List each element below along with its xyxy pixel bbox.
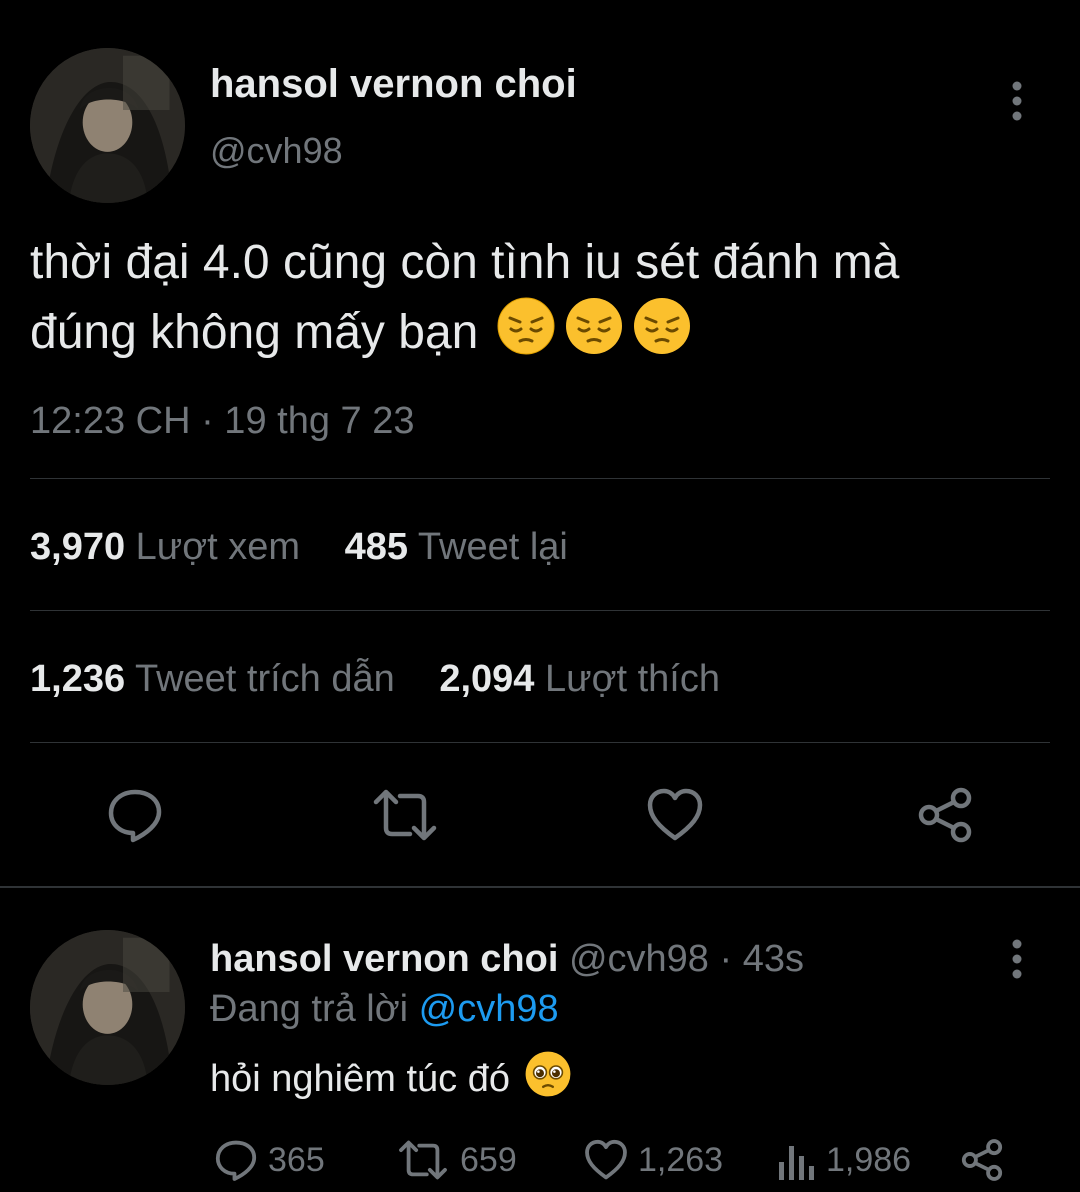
author-avatar[interactable] [30, 48, 185, 203]
like-button[interactable] [646, 788, 704, 842]
stats-row-2: 1,236 Tweet trích dẫn 2,094 Lượt thích [30, 658, 720, 701]
likes-count: 2,094 [439, 658, 535, 700]
tweet-text-line-1: thời đại 4.0 cũng còn tình iu sét đánh m… [30, 236, 900, 289]
replying-to-prefix: Đang trả lời [210, 988, 409, 1030]
reply-count: 365 [268, 1140, 325, 1179]
views-count: 1,986 [826, 1140, 912, 1179]
reply-retweet-button[interactable]: 659 [396, 1138, 517, 1182]
replying-to: Đang trả lời @cvh98 [210, 988, 559, 1031]
tweet-timestamp[interactable]: 12:23 CH · 19 thg 7 23 [30, 400, 414, 443]
author-handle[interactable]: @cvh98 [210, 130, 343, 172]
likes-stat[interactable]: 2,094 Lượt thích [439, 658, 720, 700]
share-icon [918, 787, 972, 843]
retweets-stat[interactable]: 485 Tweet lại [345, 526, 568, 568]
tweet-text-line-2: đúng không mấy bạn [30, 296, 692, 368]
retweet-button[interactable] [370, 786, 440, 844]
avatar-photo [30, 930, 185, 1085]
like-count: 1,263 [638, 1140, 724, 1179]
reply-text: hỏi nghiêm túc đó [210, 1050, 572, 1108]
likes-label: Lượt thích [545, 658, 720, 700]
retweets-count: 485 [344, 526, 409, 568]
stats-row-1: 3,970 Lượt xem 485 Tweet lại [30, 526, 568, 569]
reply-author-name[interactable]: hansol vernon choi [210, 938, 558, 980]
retweet-icon [373, 789, 437, 841]
like-icon [647, 788, 703, 841]
reply-button[interactable] [106, 786, 164, 844]
divider [30, 478, 1050, 479]
reply-icon [108, 789, 162, 843]
reply-handle-time[interactable]: @cvh98 · 43s [569, 938, 804, 980]
divider [30, 610, 1050, 611]
share-icon [961, 1139, 1003, 1181]
views-label: Lượt xem [135, 526, 301, 568]
reply-more-options-icon[interactable] [1006, 938, 1028, 980]
pleading-face-icon [524, 1050, 572, 1108]
replying-to-handle[interactable]: @cvh98 [419, 988, 559, 1030]
quotes-label: Tweet trích dẫn [134, 658, 395, 700]
reply-views-button[interactable]: 1,986 [776, 1138, 911, 1182]
like-icon [585, 1139, 627, 1180]
pensive-face-icon [564, 296, 624, 368]
more-options-icon[interactable] [1006, 80, 1028, 122]
tweet-text-line-2-text: đúng không mấy bạn [30, 305, 479, 359]
quotes-stat[interactable]: 1,236 Tweet trích dẫn [30, 658, 405, 700]
retweet-icon [399, 1140, 447, 1180]
reply-reply-button[interactable]: 365 [214, 1138, 325, 1182]
reply-author-avatar[interactable] [30, 930, 185, 1085]
views-stat[interactable]: 3,970 Lượt xem [30, 526, 311, 568]
views-icon [779, 1146, 814, 1180]
reply-share-button[interactable] [960, 1138, 1004, 1182]
section-divider [0, 886, 1080, 888]
pensive-face-icon [632, 296, 692, 368]
avatar-photo [30, 48, 185, 203]
views-count: 3,970 [30, 526, 126, 568]
retweet-count: 659 [460, 1140, 517, 1179]
pensive-face-icon [496, 296, 556, 368]
retweets-label: Tweet lại [417, 526, 568, 568]
divider [30, 742, 1050, 743]
reply-like-button[interactable]: 1,263 [584, 1139, 723, 1181]
reply-icon [215, 1140, 257, 1181]
share-button[interactable] [916, 786, 974, 844]
reply-header: hansol vernon choi @cvh98 · 43s [210, 938, 804, 981]
quotes-count: 1,236 [30, 658, 126, 700]
reply-actions: 365 659 1,263 1,986 [214, 1138, 1014, 1182]
reply-text-body: hỏi nghiêm túc đó [210, 1057, 510, 1100]
author-name[interactable]: hansol vernon choi [210, 62, 577, 107]
